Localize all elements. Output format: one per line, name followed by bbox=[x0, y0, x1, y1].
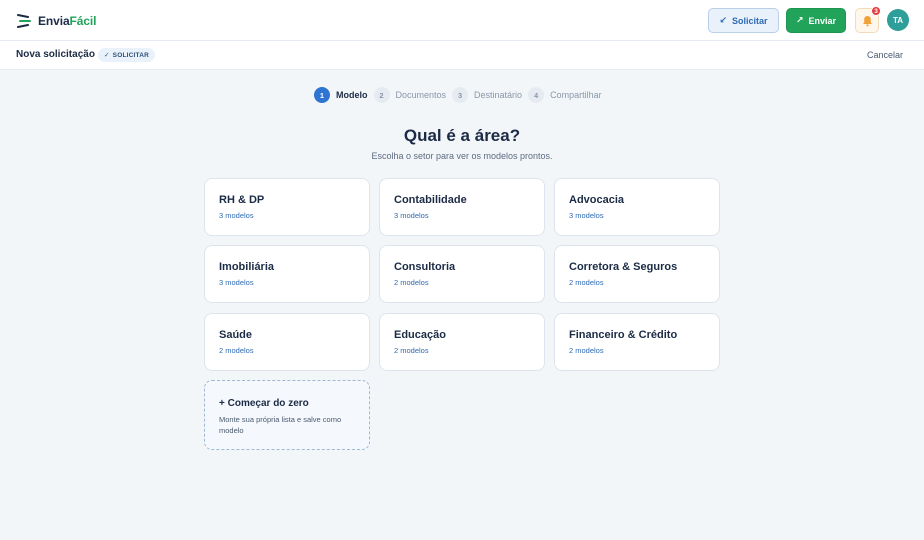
step-number: 1 bbox=[314, 87, 330, 103]
step-label: Documentos bbox=[395, 90, 447, 100]
start-from-scratch-description: Monte sua própria lista e salve como mod… bbox=[219, 415, 342, 435]
arrow-down-left-icon: ↙ bbox=[719, 15, 728, 25]
section-title: Qual é a área? bbox=[403, 126, 521, 145]
area-card-corretora-seguros[interactable]: Corretora & Seguros 2 modelos bbox=[554, 245, 720, 303]
area-card-title: Financeiro & Crédito bbox=[569, 329, 678, 341]
area-card-title: Advocacia bbox=[569, 194, 625, 206]
arrow-up-right-icon: ↗ bbox=[795, 15, 804, 25]
area-card-title: Saúde bbox=[219, 329, 253, 341]
area-card-consultoria[interactable]: Consultoria 2 modelos bbox=[379, 245, 545, 303]
solicitar-button-label: Solicitar bbox=[732, 15, 768, 26]
start-from-scratch-title: + Começar do zero bbox=[219, 398, 309, 409]
page-title: Nova solicitação bbox=[16, 49, 95, 60]
area-card-financeiro-credito[interactable]: Financeiro & Crédito 2 modelos bbox=[554, 313, 720, 371]
sub-header: Nova solicitação ✓ SOLICITAR Cancelar bbox=[0, 41, 924, 70]
area-card-advocacia[interactable]: Advocacia 3 modelos bbox=[554, 178, 720, 236]
area-card-saude[interactable]: Saúde 2 modelos bbox=[204, 313, 370, 371]
user-avatar[interactable]: TA bbox=[887, 9, 909, 31]
area-card-count: 3 modelos bbox=[394, 211, 429, 220]
area-card-count: 2 modelos bbox=[394, 346, 429, 355]
step-destinatario[interactable]: 3 Destinatário bbox=[452, 87, 522, 103]
area-card-title: Corretora & Seguros bbox=[569, 261, 678, 273]
area-card-count: 2 modelos bbox=[569, 278, 604, 287]
cancel-link[interactable]: Cancelar bbox=[867, 50, 903, 60]
step-label: Compartilhar bbox=[550, 90, 602, 100]
enviar-button-label: Enviar bbox=[808, 15, 837, 26]
start-from-scratch-card[interactable]: + Começar do zero Monte sua própria list… bbox=[204, 380, 370, 450]
brand-name: EnviaFácil bbox=[38, 14, 97, 28]
area-card-count: 3 modelos bbox=[219, 278, 254, 287]
area-card-count: 2 modelos bbox=[394, 278, 429, 287]
area-card-title: Imobiliária bbox=[219, 261, 275, 273]
area-card-title: Educação bbox=[394, 329, 446, 341]
bell-icon bbox=[862, 15, 872, 26]
check-icon: ✓ bbox=[104, 52, 110, 59]
area-card-count: 3 modelos bbox=[569, 211, 604, 220]
mode-tag-label: SOLICITAR bbox=[112, 51, 150, 59]
area-card-count: 2 modelos bbox=[569, 346, 604, 355]
step-compartilhar[interactable]: 4 Compartilhar bbox=[528, 87, 602, 103]
enviar-button[interactable]: ↗ Enviar bbox=[786, 8, 846, 33]
notification-count-badge: 3 bbox=[871, 6, 881, 16]
step-number: 3 bbox=[452, 87, 469, 103]
envia-facil-logo-icon bbox=[17, 14, 31, 28]
area-card-title: Contabilidade bbox=[394, 194, 467, 206]
top-bar: EnviaFácil ↙ Solicitar ↗ Enviar 3 TA bbox=[0, 0, 924, 41]
step-number: 4 bbox=[528, 87, 545, 103]
step-label: Modelo bbox=[336, 90, 368, 100]
area-card-contabilidade[interactable]: Contabilidade 3 modelos bbox=[379, 178, 545, 236]
step-modelo[interactable]: 1 Modelo bbox=[314, 87, 368, 103]
area-card-title: RH & DP bbox=[219, 194, 265, 206]
mode-tag: ✓ SOLICITAR bbox=[98, 48, 156, 62]
app-logo[interactable]: EnviaFácil bbox=[17, 12, 96, 30]
stepper: 1 Modelo 2 Documentos 3 Destinatário 4 C… bbox=[314, 87, 608, 103]
step-label: Destinatário bbox=[474, 90, 523, 100]
area-card-imobiliaria[interactable]: Imobiliária 3 modelos bbox=[204, 245, 370, 303]
solicitar-button[interactable]: ↙ Solicitar bbox=[708, 8, 779, 33]
step-number: 2 bbox=[373, 87, 390, 103]
section-subtitle: Escolha o setor para ver os modelos pron… bbox=[371, 151, 553, 161]
area-card-count: 3 modelos bbox=[219, 211, 254, 220]
step-documentos[interactable]: 2 Documentos bbox=[373, 87, 447, 103]
area-card-educacao[interactable]: Educação 2 modelos bbox=[379, 313, 545, 371]
area-card-rh-dp[interactable]: RH & DP 3 modelos bbox=[204, 178, 370, 236]
area-card-title: Consultoria bbox=[394, 261, 456, 273]
area-card-count: 2 modelos bbox=[219, 346, 254, 355]
